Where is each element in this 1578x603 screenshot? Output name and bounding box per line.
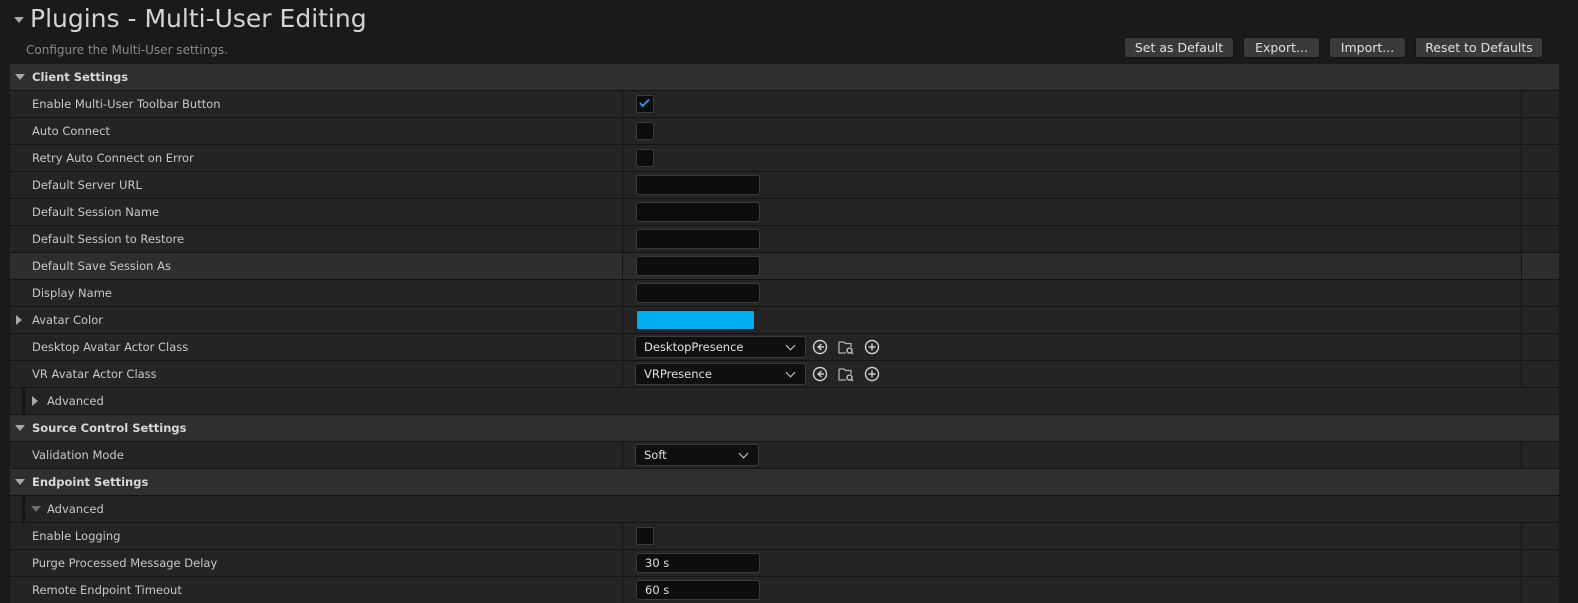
dropdown-value: DesktopPresence xyxy=(644,340,744,354)
collapse-arrow-icon[interactable] xyxy=(14,17,24,23)
set-as-default-button[interactable]: Set as Default xyxy=(1124,37,1234,58)
expand-arrow-icon[interactable] xyxy=(15,425,25,431)
property-label: Validation Mode xyxy=(32,448,124,462)
purge-delay-input[interactable]: 30 s xyxy=(636,553,760,573)
import-button[interactable]: Import... xyxy=(1329,37,1406,58)
property-label: Display Name xyxy=(32,286,112,300)
vr-avatar-class-dropdown[interactable]: VRPresence xyxy=(635,363,806,385)
row-display-name: Display Name xyxy=(10,280,1559,307)
row-remote-timeout: Remote Endpoint Timeout 60 s xyxy=(10,577,1559,603)
export-button[interactable]: Export... xyxy=(1243,37,1320,58)
row-purge-delay: Purge Processed Message Delay 30 s xyxy=(10,550,1559,577)
row-enable-logging: Enable Logging xyxy=(10,523,1559,550)
default-server-url-input[interactable] xyxy=(636,175,760,195)
category-client-settings[interactable]: Client Settings xyxy=(10,64,1559,91)
row-default-server-url: Default Server URL xyxy=(10,172,1559,199)
row-default-session-restore: Default Session to Restore xyxy=(10,226,1559,253)
row-validation-mode: Validation Mode Soft xyxy=(10,442,1559,469)
expand-arrow-icon[interactable] xyxy=(15,479,25,485)
row-auto-connect: Auto Connect xyxy=(10,118,1559,145)
default-save-session-input[interactable] xyxy=(636,256,760,276)
expand-arrow-icon[interactable] xyxy=(31,506,41,512)
desktop-avatar-class-dropdown[interactable]: DesktopPresence xyxy=(635,336,806,358)
row-desktop-avatar-class: Desktop Avatar Actor Class DesktopPresen… xyxy=(10,334,1559,361)
row-default-save-session: Default Save Session As xyxy=(10,253,1559,280)
page-title: Plugins - Multi-User Editing xyxy=(30,4,367,33)
property-label: Avatar Color xyxy=(32,313,104,327)
settings-list: Client Settings Enable Multi-User Toolba… xyxy=(10,64,1559,603)
row-endpoint-advanced[interactable]: Advanced xyxy=(10,496,1559,523)
property-label: Retry Auto Connect on Error xyxy=(32,151,194,165)
expand-arrow-icon[interactable] xyxy=(16,315,22,325)
row-enable-toolbar-button: Enable Multi-User Toolbar Button xyxy=(10,91,1559,118)
property-label: Default Session to Restore xyxy=(32,232,185,246)
chevron-down-icon xyxy=(785,367,796,378)
default-session-restore-input[interactable] xyxy=(636,229,760,249)
validation-mode-dropdown[interactable]: Soft xyxy=(635,444,759,466)
chevron-down-icon xyxy=(738,448,749,459)
folder-search-icon[interactable] xyxy=(838,339,854,355)
default-session-name-input[interactable] xyxy=(636,202,760,222)
category-label: Source Control Settings xyxy=(32,421,187,435)
arrow-left-circle-icon[interactable] xyxy=(812,339,828,355)
plus-circle-icon[interactable] xyxy=(864,366,880,382)
chevron-down-icon xyxy=(785,340,796,351)
checkmark-icon xyxy=(639,96,650,108)
property-label: Remote Endpoint Timeout xyxy=(32,583,182,597)
property-label: Default Save Session As xyxy=(32,259,171,273)
dropdown-value: VRPresence xyxy=(644,367,712,381)
retry-auto-connect-checkbox[interactable] xyxy=(636,149,654,167)
category-label: Client Settings xyxy=(32,70,129,84)
property-label: Enable Logging xyxy=(32,529,121,543)
category-source-control-settings[interactable]: Source Control Settings xyxy=(10,415,1559,442)
row-default-session-name: Default Session Name xyxy=(10,199,1559,226)
enable-logging-checkbox[interactable] xyxy=(636,527,654,545)
folder-search-icon[interactable] xyxy=(838,366,854,382)
enable-toolbar-checkbox[interactable] xyxy=(636,95,654,113)
row-avatar-color: Avatar Color xyxy=(10,307,1559,334)
row-retry-auto-connect: Retry Auto Connect on Error xyxy=(10,145,1559,172)
property-label: Default Server URL xyxy=(32,178,142,192)
expand-arrow-icon[interactable] xyxy=(32,396,38,406)
page-subtitle: Configure the Multi-User settings. xyxy=(26,43,228,57)
avatar-color-swatch[interactable] xyxy=(636,310,755,330)
plus-circle-icon[interactable] xyxy=(864,339,880,355)
arrow-left-circle-icon[interactable] xyxy=(812,366,828,382)
subcategory-label: Advanced xyxy=(47,502,104,516)
property-label: Default Session Name xyxy=(32,205,160,219)
settings-header: Plugins - Multi-User Editing Configure t… xyxy=(0,0,1578,64)
auto-connect-checkbox[interactable] xyxy=(636,122,654,140)
row-client-advanced[interactable]: Advanced xyxy=(10,388,1559,415)
category-label: Endpoint Settings xyxy=(32,475,149,489)
expand-arrow-icon[interactable] xyxy=(15,74,25,80)
property-label: Auto Connect xyxy=(32,124,110,138)
property-label: Enable Multi-User Toolbar Button xyxy=(32,97,221,111)
property-label: VR Avatar Actor Class xyxy=(32,367,157,381)
property-label: Desktop Avatar Actor Class xyxy=(32,340,189,354)
property-label: Purge Processed Message Delay xyxy=(32,556,218,570)
subcategory-label: Advanced xyxy=(47,394,104,408)
remote-timeout-input[interactable]: 60 s xyxy=(636,580,760,600)
display-name-input[interactable] xyxy=(636,283,760,303)
category-endpoint-settings[interactable]: Endpoint Settings xyxy=(10,469,1559,496)
dropdown-value: Soft xyxy=(644,448,667,462)
reset-to-defaults-button[interactable]: Reset to Defaults xyxy=(1415,37,1543,58)
row-vr-avatar-class: VR Avatar Actor Class VRPresence xyxy=(10,361,1559,388)
